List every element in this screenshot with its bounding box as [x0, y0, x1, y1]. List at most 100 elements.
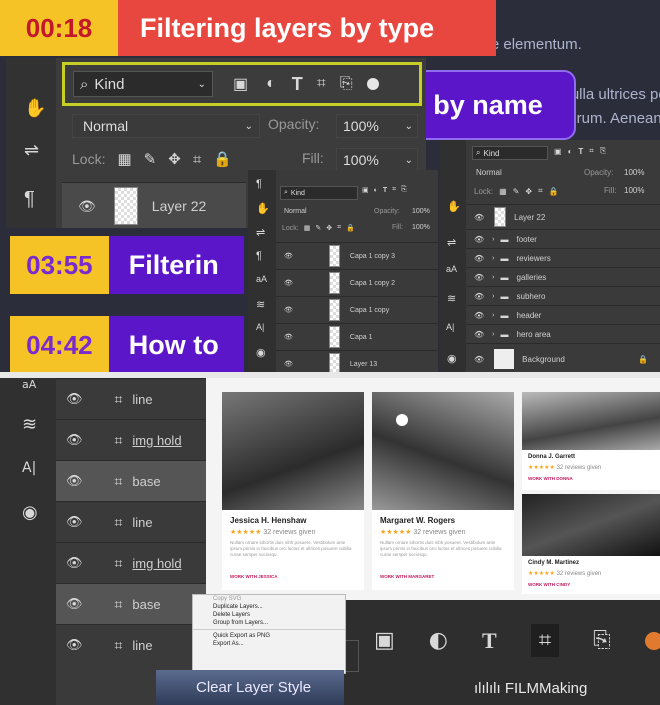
- adjustment-filter-icon[interactable]: ◐: [266, 75, 276, 93]
- lock-artboard-icon[interactable]: ⌗: [337, 224, 341, 232]
- type-filter-icon[interactable]: T: [482, 628, 497, 654]
- chevron-right-icon[interactable]: ›: [492, 293, 494, 300]
- layer-row[interactable]: 👁 ⌗ line: [56, 378, 206, 419]
- lock-all-icon[interactable]: 🔒: [213, 150, 232, 168]
- chevron-right-icon[interactable]: ›: [492, 255, 494, 262]
- fill-value[interactable]: 100%: [624, 186, 644, 195]
- filter-kind-select[interactable]: ⌕ Kind ⌄: [73, 71, 213, 97]
- layer-row[interactable]: 👁 Capa 1 copy: [276, 296, 438, 323]
- work-with-link[interactable]: WORK WITH DONNA: [528, 476, 573, 481]
- visibility-eye-icon[interactable]: 👁: [474, 355, 484, 364]
- visibility-eye-icon[interactable]: 👁: [284, 306, 293, 314]
- adjustment-filter-icon[interactable]: ◐: [568, 147, 573, 156]
- shape-filter-icon[interactable]: ⌗: [317, 75, 326, 93]
- blend-mode-select[interactable]: Normal ⌄: [72, 114, 260, 138]
- visibility-eye-icon[interactable]: 👁: [66, 514, 83, 530]
- adjustment-filter-icon[interactable]: ◐: [374, 187, 378, 194]
- lock-position-icon[interactable]: ✥: [168, 150, 181, 168]
- opacity-value[interactable]: 100%: [412, 208, 430, 215]
- menu-item[interactable]: Export As...: [193, 640, 345, 648]
- lock-paint-icon[interactable]: ✎: [144, 150, 157, 168]
- smart-object-filter-icon[interactable]: ⎘: [401, 186, 407, 194]
- layer-group-row[interactable]: 👁 › ▬ header: [466, 305, 660, 324]
- shape-filter-icon[interactable]: ⌗: [392, 186, 396, 194]
- visibility-eye-icon[interactable]: 👁: [284, 333, 293, 341]
- layer-row[interactable]: 👁 ⌗ img hold: [56, 542, 206, 583]
- layer-row[interactable]: 👁 Capa 1: [276, 323, 438, 350]
- chevron-right-icon[interactable]: ›: [492, 274, 494, 281]
- layer-row[interactable]: 👁 ⌗ base: [56, 583, 206, 624]
- filter-toggle-icon[interactable]: [644, 631, 660, 650]
- visibility-eye-icon[interactable]: 👁: [474, 235, 484, 244]
- pixel-filter-icon[interactable]: ▣: [374, 628, 395, 653]
- smart-object-filter-icon[interactable]: ⎘: [600, 146, 606, 156]
- filter-kind-select[interactable]: ⌕ Kind: [280, 186, 358, 200]
- lock-paint-icon[interactable]: ✎: [513, 187, 520, 196]
- visibility-eye-icon[interactable]: 👁: [474, 311, 484, 320]
- adjustment-filter-icon[interactable]: ◐: [429, 628, 448, 653]
- layer-row[interactable]: 👁 Capa 1 copy 3: [276, 242, 438, 269]
- visibility-eye-icon[interactable]: 👁: [66, 473, 83, 489]
- visibility-eye-icon[interactable]: 👁: [78, 198, 96, 215]
- type-filter-icon[interactable]: T: [292, 74, 303, 95]
- pixel-filter-icon[interactable]: ▣: [233, 74, 248, 94]
- lock-artboard-icon[interactable]: ⌗: [538, 186, 543, 196]
- visibility-eye-icon[interactable]: 👁: [474, 292, 484, 301]
- smart-object-filter-icon[interactable]: ⎘: [593, 628, 611, 653]
- layer-row[interactable]: 👁 ⌗ line: [56, 624, 206, 665]
- type-filter-icon[interactable]: T: [383, 187, 387, 194]
- visibility-eye-icon[interactable]: 👁: [474, 273, 484, 282]
- visibility-eye-icon[interactable]: 👁: [66, 555, 83, 571]
- layer-row[interactable]: 👁 ⌗ base: [56, 460, 206, 501]
- layer-group-row[interactable]: 👁 › ▬ footer: [466, 229, 660, 248]
- visibility-eye-icon[interactable]: 👁: [284, 360, 293, 368]
- layer-row[interactable]: 👁 Layer 13: [276, 350, 438, 372]
- visibility-eye-icon[interactable]: 👁: [66, 596, 83, 612]
- shape-filter-icon[interactable]: ⌗: [530, 624, 560, 657]
- menu-item[interactable]: Group from Layers...: [193, 619, 345, 627]
- fill-input[interactable]: 100% ⌄: [336, 148, 418, 172]
- visibility-eye-icon[interactable]: 👁: [284, 252, 293, 260]
- layer-group-row[interactable]: 👁 › ▬ hero area: [466, 324, 660, 343]
- lock-artboard-icon[interactable]: ⌗: [193, 151, 201, 168]
- lock-position-icon[interactable]: ✥: [525, 187, 532, 196]
- blend-mode-value[interactable]: Normal: [284, 208, 307, 215]
- lock-all-icon[interactable]: 🔒: [346, 224, 355, 232]
- opacity-input[interactable]: 100% ⌄: [336, 114, 418, 138]
- smart-object-filter-icon[interactable]: ⎘: [340, 75, 353, 93]
- lock-transparent-icon[interactable]: ▦: [117, 150, 131, 168]
- menu-item[interactable]: Delete Layers: [193, 611, 345, 619]
- work-with-link[interactable]: WORK WITH JESSICA: [230, 574, 278, 579]
- lock-transparent-icon[interactable]: ▦: [304, 224, 311, 232]
- chevron-right-icon[interactable]: ›: [492, 312, 494, 319]
- visibility-eye-icon[interactable]: 👁: [284, 279, 293, 287]
- menu-item[interactable]: Quick Export as PNG: [193, 632, 345, 640]
- chevron-right-icon[interactable]: ›: [492, 331, 494, 338]
- visibility-eye-icon[interactable]: 👁: [66, 432, 83, 448]
- work-with-link[interactable]: WORK WITH CINDY: [528, 582, 570, 587]
- pixel-filter-icon[interactable]: ▣: [554, 147, 562, 156]
- chevron-right-icon[interactable]: ›: [492, 236, 494, 243]
- lock-paint-icon[interactable]: ✎: [315, 224, 321, 232]
- type-filter-icon[interactable]: T: [578, 147, 583, 156]
- menu-item[interactable]: Duplicate Layers...: [193, 603, 345, 611]
- layer-group-row[interactable]: 👁 › ▬ subhero: [466, 286, 660, 305]
- clear-layer-style-item[interactable]: Clear Layer Style: [156, 670, 344, 705]
- work-with-link[interactable]: WORK WITH MARGARET: [380, 574, 434, 579]
- layer-row[interactable]: 👁 Layer 22: [62, 182, 246, 228]
- layer-row[interactable]: 👁 ⌗ img hold: [56, 419, 206, 460]
- visibility-eye-icon[interactable]: 👁: [66, 637, 83, 653]
- layer-row[interactable]: 👁 Capa 1 copy 2: [276, 269, 438, 296]
- visibility-eye-icon[interactable]: 👁: [474, 213, 484, 222]
- lock-transparent-icon[interactable]: ▦: [499, 187, 507, 196]
- visibility-eye-icon[interactable]: 👁: [66, 391, 83, 407]
- filter-toggle-icon[interactable]: [366, 78, 379, 90]
- blend-mode-value[interactable]: Normal: [476, 168, 502, 177]
- lock-all-icon[interactable]: 🔒: [549, 187, 559, 196]
- filter-kind-select[interactable]: ⌕ Kind: [472, 146, 548, 160]
- shape-filter-icon[interactable]: ⌗: [589, 146, 594, 156]
- pixel-filter-icon[interactable]: ▣: [362, 186, 369, 194]
- menu-item[interactable]: Copy SVG: [193, 595, 345, 603]
- layer-group-row[interactable]: 👁 › ▬ reviewers: [466, 248, 660, 267]
- fill-value[interactable]: 100%: [412, 224, 430, 231]
